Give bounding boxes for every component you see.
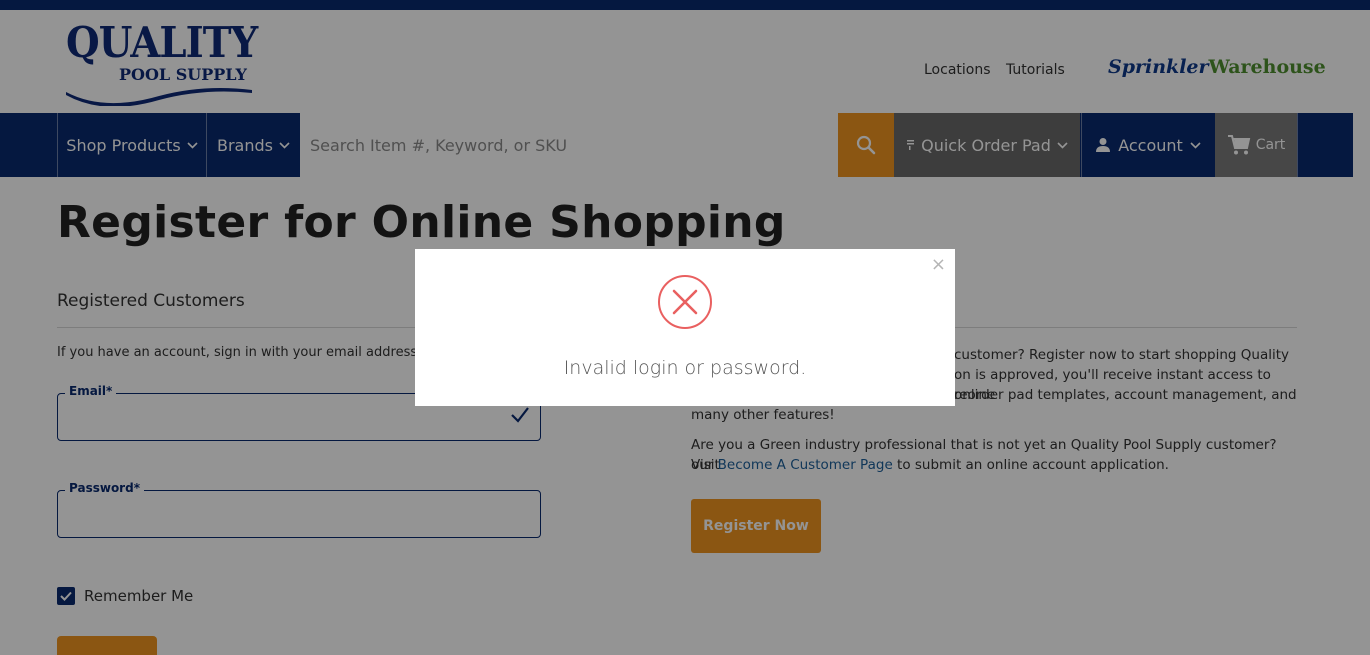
error-x-icon — [658, 275, 712, 329]
error-message: Invalid login or password. — [563, 357, 807, 379]
close-icon[interactable]: × — [931, 254, 946, 275]
error-modal: × Invalid login or password. — [415, 249, 955, 406]
